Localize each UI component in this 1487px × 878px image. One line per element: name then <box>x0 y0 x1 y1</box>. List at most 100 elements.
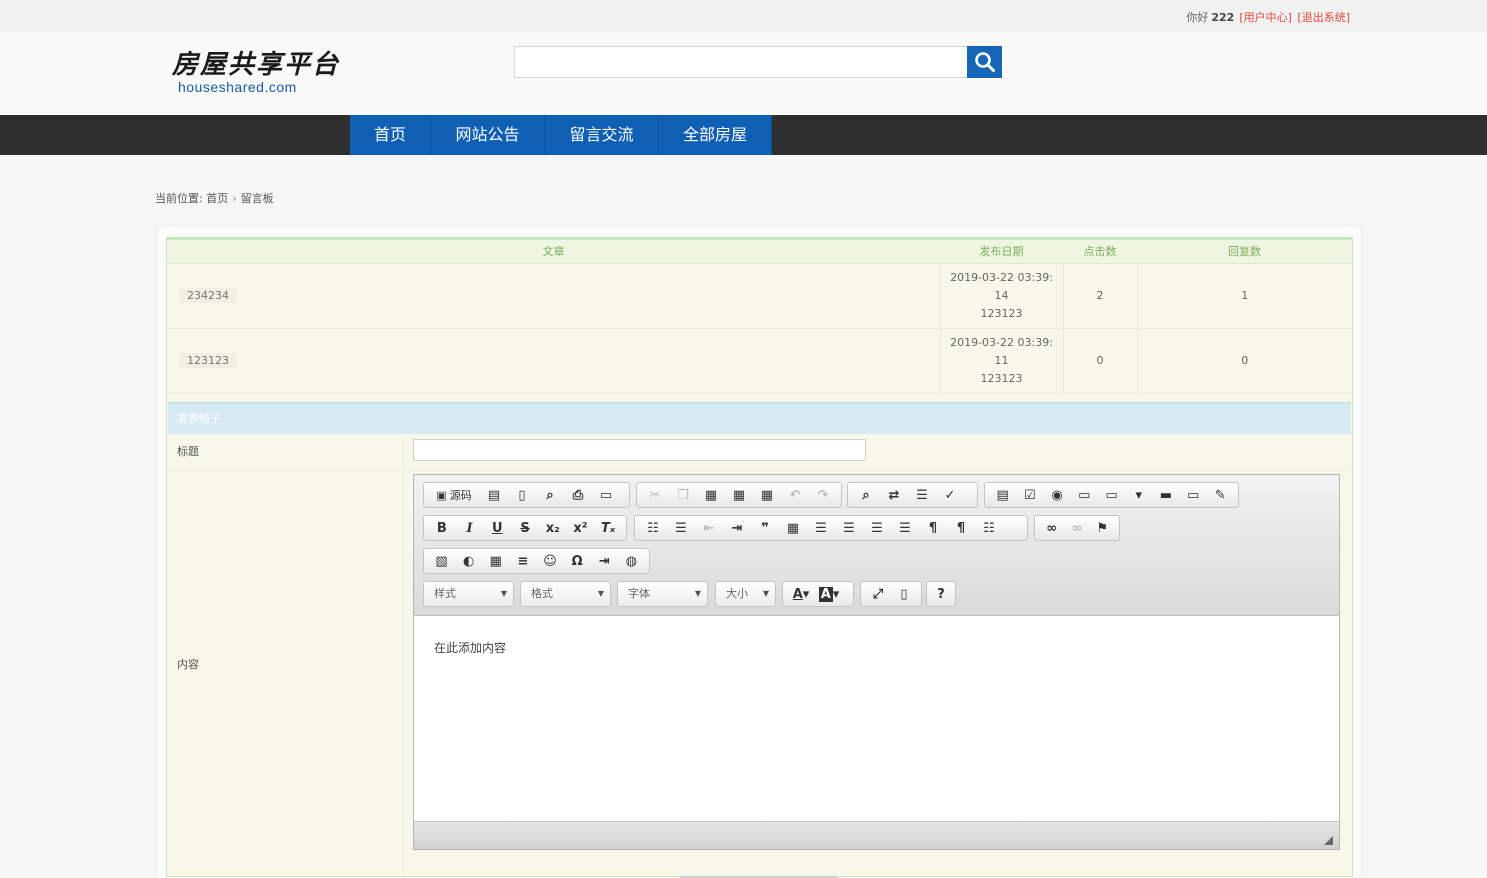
posts-table: 文章 发布日期 点击数 回复数 234234 2019-03-22 03:39:… <box>167 238 1352 394</box>
subscript-icon[interactable]: x₂ <box>539 517 567 539</box>
search-bar <box>514 46 1002 78</box>
nav-item-announcements[interactable]: 网站公告 <box>431 115 545 155</box>
button-field-icon[interactable]: ▬ <box>1152 484 1179 506</box>
table-icon[interactable]: ▦ <box>482 550 509 572</box>
post-title-link[interactable]: 123123 <box>179 353 237 368</box>
align-center-icon[interactable]: ☰ <box>835 517 863 539</box>
align-right-icon[interactable]: ☰ <box>863 517 891 539</box>
toolbar-group-forms: ▤ ☑ ◉ ▭ ▭ ▾ ▬ ▭ ✎ <box>984 482 1239 508</box>
background-color-icon[interactable]: A ▾ <box>815 583 843 605</box>
image-button-icon[interactable]: ▭ <box>1180 484 1207 506</box>
bold-icon[interactable]: B <box>428 517 456 539</box>
chevron-down-icon: ▼ <box>500 589 507 598</box>
print-icon[interactable]: ⎙ <box>564 484 592 506</box>
indent-icon[interactable]: ⇥ <box>723 517 751 539</box>
font-select[interactable]: 字体 ▼ <box>617 581 708 607</box>
nav-item-all-houses[interactable]: 全部房屋 <box>659 115 772 155</box>
textfield-icon[interactable]: ▭ <box>1071 484 1098 506</box>
spellcheck-icon[interactable]: ✓ <box>936 484 964 506</box>
title-label: 标题 <box>168 435 404 469</box>
search-input[interactable] <box>514 46 968 78</box>
form-icon[interactable]: ▤ <box>989 484 1016 506</box>
underline-icon[interactable]: U <box>483 517 511 539</box>
rtl-icon[interactable]: ¶ <box>947 517 975 539</box>
post-clicks-cell: 2 <box>1062 263 1137 329</box>
format-select[interactable]: 格式 ▼ <box>520 581 611 607</box>
font-select-value: 字体 <box>628 587 650 600</box>
paste-icon[interactable]: ▦ <box>697 484 725 506</box>
radio-icon[interactable]: ◉ <box>1043 484 1070 506</box>
select-field-icon[interactable]: ▾ <box>1125 484 1152 506</box>
strikethrough-icon[interactable]: S <box>511 517 539 539</box>
table-row[interactable]: 234234 2019-03-22 03:39: 14 123123 2 1 <box>167 263 1352 329</box>
new-page-icon[interactable]: ▯ <box>508 484 536 506</box>
site-logo[interactable]: 房屋共享平台 houseshared.com <box>172 50 342 98</box>
nav-item-home[interactable]: 首页 <box>350 115 431 155</box>
resize-handle-icon[interactable] <box>1324 836 1333 845</box>
blockquote-icon[interactable]: ❞ <box>751 517 779 539</box>
post-date-text: 2019-03-22 03:39: <box>950 270 1053 284</box>
show-blocks-icon[interactable]: ▯ <box>891 583 917 605</box>
post-title-link[interactable]: 234234 <box>179 288 237 303</box>
flash-icon[interactable]: ◐ <box>455 550 482 572</box>
page-break-icon[interactable]: ⇥ <box>591 550 618 572</box>
numbered-list-icon[interactable]: ☷ <box>639 517 667 539</box>
checkbox-icon[interactable]: ☑ <box>1016 484 1043 506</box>
horizontal-rule-icon[interactable]: ≡ <box>509 550 536 572</box>
maximize-icon[interactable]: ⤢ <box>865 583 891 605</box>
nav-item-messages[interactable]: 留言交流 <box>545 115 659 155</box>
title-input[interactable] <box>413 439 866 461</box>
justify-icon[interactable]: ☰ <box>891 517 919 539</box>
post-author-text: 123123 <box>980 306 1023 320</box>
hidden-field-icon[interactable]: ✎ <box>1207 484 1234 506</box>
smiley-icon[interactable]: ☺ <box>537 550 564 572</box>
remove-format-icon[interactable]: Tₓ <box>594 517 622 539</box>
text-color-icon[interactable]: A ▾ <box>787 583 815 605</box>
source-label: 源码 <box>449 489 472 502</box>
editor-content-area[interactable]: 在此添加内容 <box>434 639 506 656</box>
textarea-icon[interactable]: ▭ <box>1098 484 1125 506</box>
post-time-text: 14 <box>994 288 1009 302</box>
post-replies-cell: 0 <box>1136 328 1352 394</box>
logout-link[interactable]: [退出系统] <box>1297 11 1350 24</box>
bulleted-list-icon[interactable]: ☰ <box>667 517 695 539</box>
cut-icon[interactable]: ✂ <box>641 484 669 506</box>
unlink-icon[interactable]: ∞ <box>1064 517 1089 539</box>
board-container: 文章 发布日期 点击数 回复数 234234 2019-03-22 03:39:… <box>166 237 1353 877</box>
main-nav: 首页 网站公告 留言交流 全部房屋 <box>0 115 1487 155</box>
top-bar: 你好 222 [用户中心] [退出系统] <box>0 0 1487 32</box>
link-icon[interactable]: ∞ <box>1039 517 1064 539</box>
help-icon[interactable]: ? <box>927 583 955 605</box>
undo-icon[interactable]: ↶ <box>781 484 809 506</box>
align-left-icon[interactable]: ☰ <box>807 517 835 539</box>
paste-text-icon[interactable]: ▦ <box>725 484 753 506</box>
search-button[interactable] <box>967 46 1002 78</box>
special-char-icon[interactable]: Ω <box>564 550 591 572</box>
ltr-icon[interactable]: ¶ <box>919 517 947 539</box>
superscript-icon[interactable]: x² <box>567 517 595 539</box>
paste-word-icon[interactable]: ▦ <box>753 484 781 506</box>
table-row[interactable]: 123123 2019-03-22 03:39: 11 123123 0 0 <box>167 328 1352 394</box>
div-container-icon[interactable]: ▦ <box>779 517 807 539</box>
italic-icon[interactable]: I <box>456 517 484 539</box>
preview-icon[interactable]: ⌕ <box>536 484 564 506</box>
save-icon[interactable]: ▤ <box>480 484 508 506</box>
post-title-cell: 123123 <box>167 328 940 394</box>
outdent-icon[interactable]: ⇤ <box>695 517 723 539</box>
templates-icon[interactable]: ▭ <box>592 484 620 506</box>
select-all-icon[interactable]: ☰ <box>908 484 936 506</box>
post-date-text: 2019-03-22 03:39: <box>950 335 1053 349</box>
source-button[interactable]: ▣ 源码 <box>428 484 480 506</box>
find-icon[interactable]: ⌕ <box>852 484 880 506</box>
redo-icon[interactable]: ↷ <box>809 484 837 506</box>
copy-icon[interactable]: ❐ <box>669 484 697 506</box>
breadcrumb-home-link[interactable]: 首页 <box>206 192 228 205</box>
replace-icon[interactable]: ⇄ <box>880 484 908 506</box>
anchor-flag-icon[interactable]: ⚑ <box>1090 517 1115 539</box>
user-center-link[interactable]: [用户中心] <box>1239 11 1292 24</box>
iframe-icon[interactable]: ◍ <box>618 550 645 572</box>
language-icon[interactable]: ☷ <box>975 517 1003 539</box>
style-select[interactable]: 样式 ▼ <box>423 581 514 607</box>
image-icon[interactable]: ▧ <box>428 550 455 572</box>
size-select[interactable]: 大小 ▼ <box>715 581 776 607</box>
